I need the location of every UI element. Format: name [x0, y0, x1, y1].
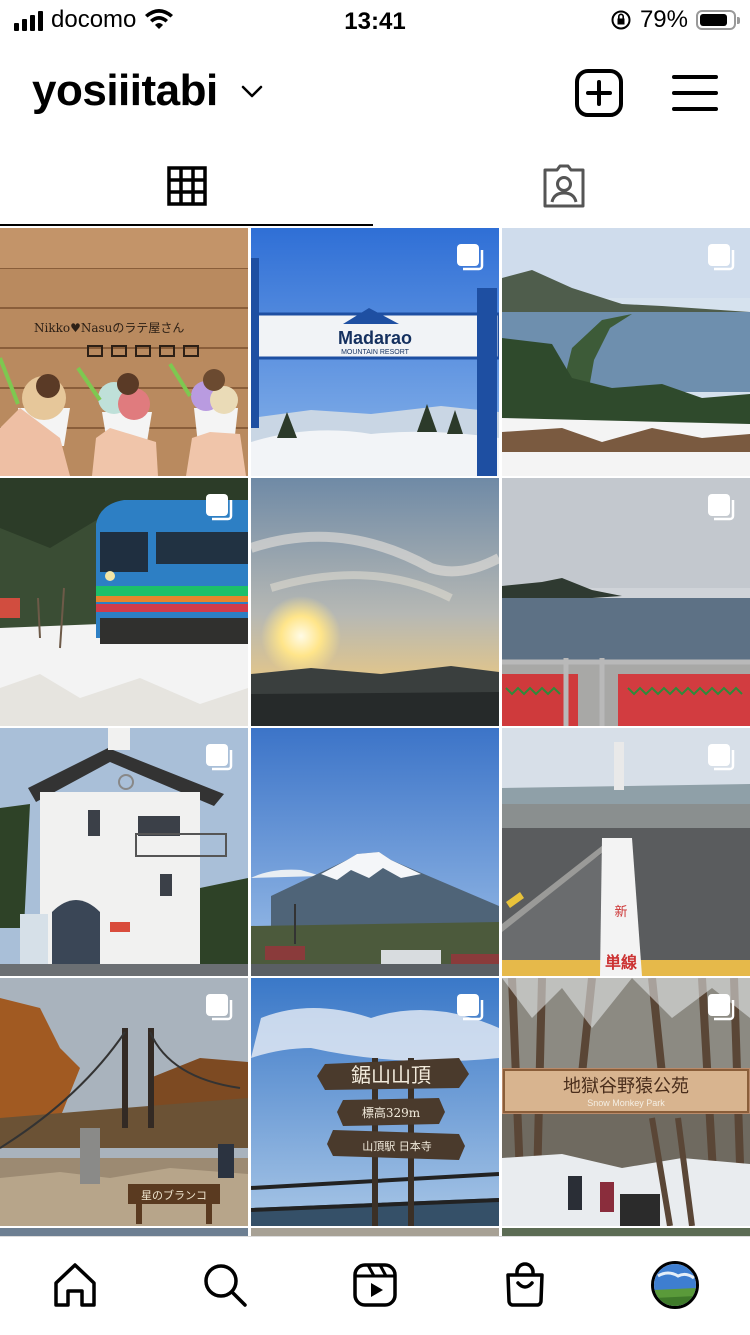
post-thumbnail[interactable]: 鋸山山頂 標高329m 山頂駅 日本寺 — [251, 978, 499, 1226]
post-thumbnail[interactable] — [251, 478, 499, 726]
menu-icon[interactable] — [670, 68, 720, 118]
multi-photo-icon — [708, 744, 735, 771]
grid-icon — [166, 166, 207, 206]
home-icon — [54, 1263, 96, 1307]
post-thumbnail[interactable] — [0, 728, 248, 976]
multi-photo-icon — [708, 244, 735, 271]
post-grid: Nikko♥Nasuのラテ屋さん Madarao MOUNTAIN RESORT… — [0, 228, 750, 1236]
new-post-icon[interactable] — [574, 68, 624, 118]
summit-sign-3: 山頂駅 日本寺 — [362, 1139, 432, 1153]
nav-reels[interactable] — [349, 1259, 401, 1311]
nav-shop[interactable] — [499, 1259, 551, 1311]
multi-photo-icon — [457, 994, 484, 1021]
multi-photo-icon — [206, 744, 233, 771]
multi-photo-icon — [708, 994, 735, 1021]
post-thumbnail[interactable] — [0, 478, 248, 726]
bottom-nav — [0, 1236, 750, 1335]
post-thumbnail[interactable]: 星のブランコ — [0, 978, 248, 1226]
multi-photo-icon — [457, 244, 484, 271]
post-thumbnail[interactable]: Nikko♥Nasuのラテ屋さん — [0, 228, 248, 476]
post-thumbnail[interactable] — [251, 728, 499, 976]
post-thumbnail[interactable]: 新 単線 — [502, 728, 750, 976]
post-thumbnail[interactable] — [502, 228, 750, 476]
multi-photo-icon — [206, 494, 233, 521]
profile-avatar — [651, 1261, 699, 1309]
monkey-park-sign: 地獄谷野猿公苑 — [563, 1076, 689, 1097]
summit-sign-1: 鋸山山頂 — [351, 1063, 431, 1087]
tab-tagged[interactable] — [377, 146, 750, 226]
monkey-park-sign-sub: Snow Monkey Park — [587, 1098, 665, 1108]
battery-percent: 79% — [639, 6, 688, 33]
chevron-down-icon[interactable] — [240, 84, 264, 100]
station-line-text: 単線 — [605, 953, 637, 972]
madarao-sign-subtext: MOUNTAIN RESORT — [341, 349, 410, 356]
svg-text:新: 新 — [614, 904, 627, 920]
tagged-icon — [543, 164, 584, 208]
nav-search[interactable] — [199, 1259, 251, 1311]
nav-profile[interactable] — [649, 1259, 701, 1311]
reels-icon — [353, 1263, 397, 1307]
status-bar: docomo 13:41 79% — [0, 0, 750, 44]
username[interactable]: yosiiitabi — [32, 66, 218, 116]
multi-photo-icon — [708, 494, 735, 521]
post-thumbnail[interactable] — [251, 1228, 499, 1236]
search-icon — [204, 1264, 247, 1307]
battery-icon — [696, 10, 740, 30]
tab-grid[interactable] — [0, 146, 373, 226]
post-thumbnail[interactable]: 地獄谷野猿公苑 Snow Monkey Park — [502, 978, 750, 1226]
gelato-sign-text: Nikko♥Nasuのラテ屋さん — [34, 321, 184, 335]
post-thumbnail[interactable]: Madarao MOUNTAIN RESORT — [251, 228, 499, 476]
tab-indicator — [0, 224, 373, 226]
post-thumbnail[interactable] — [502, 1228, 750, 1236]
post-thumbnail[interactable] — [0, 1228, 248, 1236]
post-thumbnail[interactable] — [502, 478, 750, 726]
orientation-lock-icon — [611, 10, 631, 30]
bridge-sign-text: 星のブランコ — [141, 1188, 207, 1202]
shop-icon — [506, 1262, 544, 1307]
nav-home[interactable] — [49, 1259, 101, 1311]
profile-header: yosiiitabi — [0, 56, 750, 136]
profile-tabs — [0, 146, 750, 228]
madarao-sign-text: Madarao — [338, 328, 412, 348]
summit-sign-2: 標高329m — [362, 1105, 421, 1120]
multi-photo-icon — [206, 994, 233, 1021]
